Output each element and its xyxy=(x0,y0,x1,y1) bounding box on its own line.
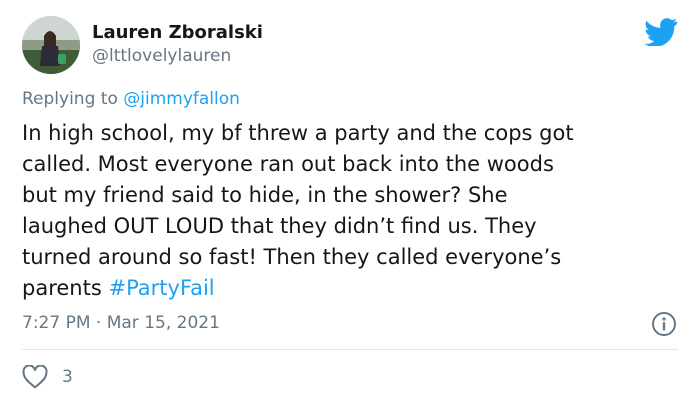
tweet-date: Mar 15, 2021 xyxy=(106,313,220,333)
avatar[interactable] xyxy=(22,16,80,74)
tweet-text-last-line: parents #PartyFail xyxy=(22,273,682,304)
tweet-time: 7:27 PM xyxy=(22,313,91,333)
meta-separator: · xyxy=(95,313,102,333)
like-button[interactable]: 3 xyxy=(22,364,73,390)
heart-icon[interactable] xyxy=(22,365,48,389)
twitter-bird-icon[interactable] xyxy=(644,18,678,46)
mention-link[interactable]: @jimmyfallon xyxy=(123,89,240,109)
display-name[interactable]: Lauren Zboralski xyxy=(92,22,263,44)
tweet-text-line: parents xyxy=(22,276,102,300)
tweet-text: In high school, my bf threw a party and … xyxy=(22,118,682,304)
divider xyxy=(22,349,678,350)
tweet-text-line: but my friend said to hide, in the showe… xyxy=(22,183,508,207)
info-icon[interactable] xyxy=(651,311,677,337)
tweet-text-line: called. Most everyone ran out back into … xyxy=(22,152,554,176)
tweet-text-line: laughed OUT LOUD that they didn’t find u… xyxy=(22,214,537,238)
like-count: 3 xyxy=(62,367,73,387)
replying-to-label: Replying to xyxy=(22,89,118,109)
hashtag-link[interactable]: #PartyFail xyxy=(108,276,214,300)
tweet-text-line: In high school, my bf threw a party and … xyxy=(22,121,574,145)
replying-to: Replying to @jimmyfallon xyxy=(22,88,240,110)
avatar-photo xyxy=(22,16,80,74)
tweet-card: Lauren Zboralski @lttlovelylauren Replyi… xyxy=(0,0,700,402)
tweet-text-line: turned around so fast! Then they called … xyxy=(22,245,562,269)
tweet-timestamp[interactable]: 7:27 PM · Mar 15, 2021 xyxy=(22,312,220,334)
user-handle[interactable]: @lttlovelylauren xyxy=(92,46,231,66)
